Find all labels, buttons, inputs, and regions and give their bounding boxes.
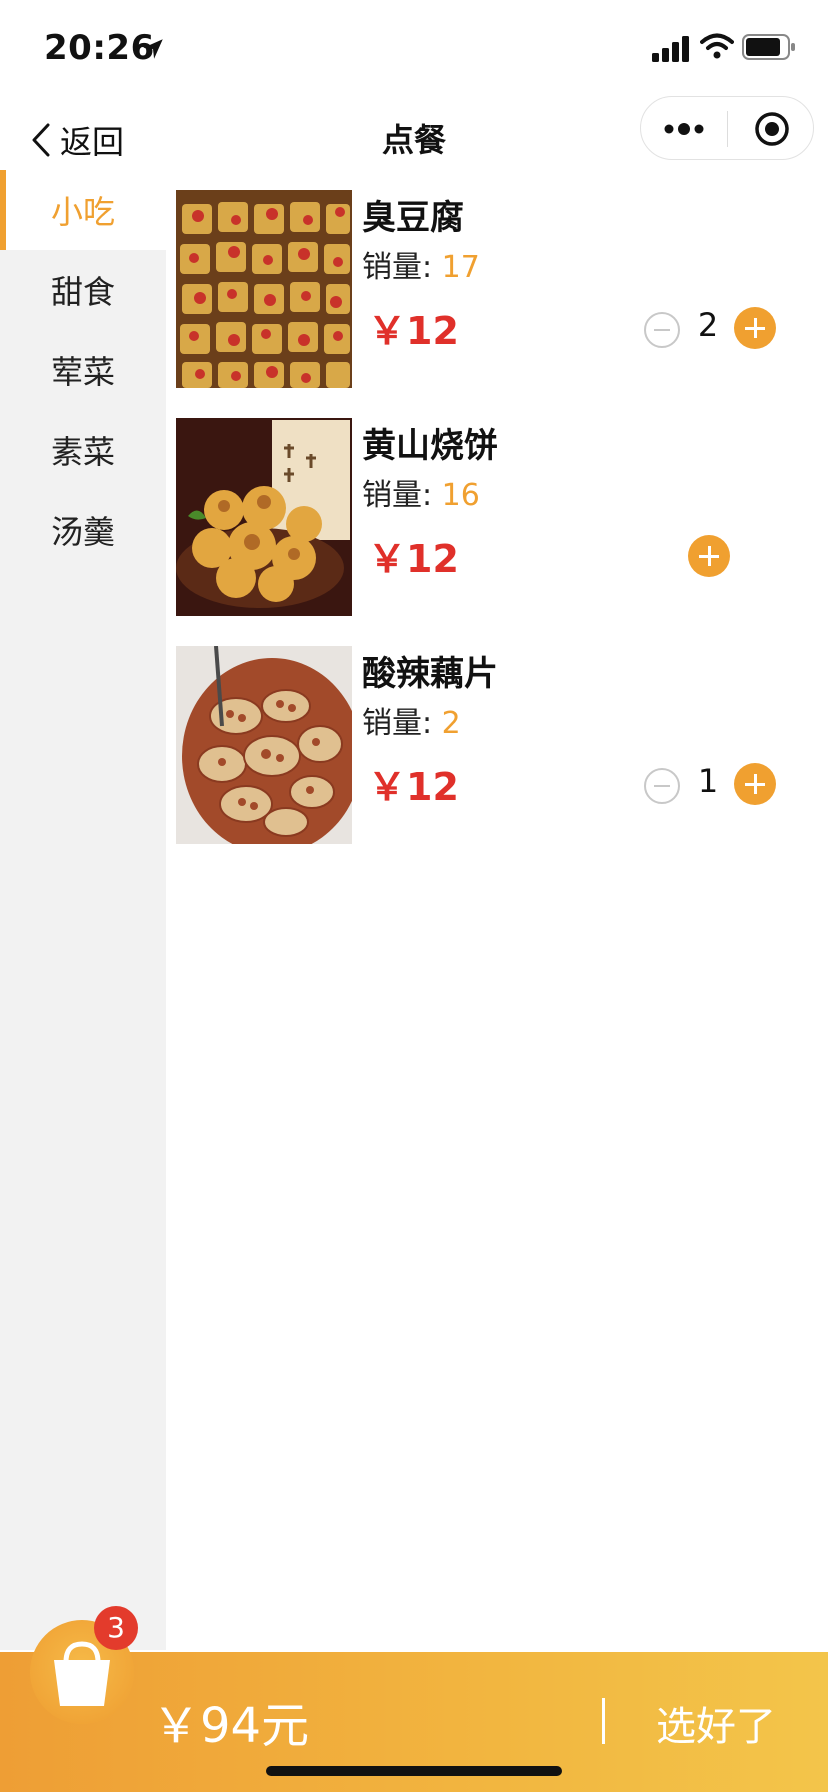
increase-quantity-button[interactable] [688, 535, 730, 577]
quantity-value: 1 [697, 762, 719, 800]
food-name: 黄山烧饼 [362, 426, 498, 466]
close-miniprogram-button[interactable] [729, 97, 815, 161]
decrease-quantity-button[interactable] [644, 768, 680, 804]
food-name: 臭豆腐 [362, 198, 464, 238]
increase-quantity-button[interactable] [734, 307, 776, 349]
status-time: 20:26 [44, 28, 155, 68]
increase-quantity-button[interactable] [734, 763, 776, 805]
home-indicator [266, 1766, 562, 1776]
cart-bar-divider [602, 1698, 605, 1744]
quantity-value: 2 [697, 306, 719, 344]
food-image-stinky-tofu[interactable] [176, 190, 352, 388]
sales-label: 销量: [362, 706, 442, 741]
target-circle-icon [755, 112, 789, 146]
status-bar: 20:26 [0, 0, 828, 96]
category-soups[interactable]: 汤羹 [0, 490, 166, 570]
wifi-icon [700, 33, 734, 59]
food-item: 臭豆腐 销量: 17 ￥12 2 [176, 190, 816, 390]
food-item: 黄山烧饼 销量: 16 ￥12 [176, 418, 816, 618]
more-dots-icon [664, 123, 704, 135]
cellular-signal-icon [652, 36, 689, 62]
food-item: 酸辣藕片 销量: 2 ￥12 1 [176, 646, 816, 846]
category-vegetable-dishes[interactable]: 素菜 [0, 410, 166, 490]
food-image-sour-spicy-lotus[interactable] [176, 646, 352, 844]
battery-icon [742, 34, 795, 60]
cart-count-badge: 3 [94, 1606, 138, 1650]
category-desserts[interactable]: 甜食 [0, 250, 166, 330]
sales-count: 销量: 16 [362, 470, 480, 514]
sales-label: 销量: [362, 250, 442, 285]
miniprogram-capsule [640, 96, 814, 160]
decrease-quantity-button[interactable] [644, 312, 680, 348]
more-button[interactable] [641, 97, 727, 161]
sales-label: 销量: [362, 478, 442, 513]
sales-count: 销量: 2 [362, 698, 461, 742]
category-sidebar: 小吃 甜食 荤菜 素菜 汤羹 [0, 170, 166, 1650]
capsule-divider [727, 111, 728, 147]
location-arrow-icon [143, 39, 163, 59]
cart-total: ￥94元 [152, 1698, 310, 1754]
food-price: ￥12 [368, 537, 459, 581]
food-image-huangshan-shaobing[interactable] [176, 418, 352, 616]
category-meat-dishes[interactable]: 荤菜 [0, 330, 166, 410]
sales-number: 2 [441, 706, 461, 741]
food-price: ￥12 [368, 765, 459, 809]
food-name: 酸辣藕片 [362, 654, 498, 694]
checkout-button[interactable]: 选好了 [656, 1694, 776, 1752]
sales-number: 16 [441, 478, 480, 513]
food-price: ￥12 [368, 309, 459, 353]
sales-number: 17 [441, 250, 480, 285]
sales-count: 销量: 17 [362, 242, 480, 286]
category-snacks[interactable]: 小吃 [0, 170, 166, 250]
